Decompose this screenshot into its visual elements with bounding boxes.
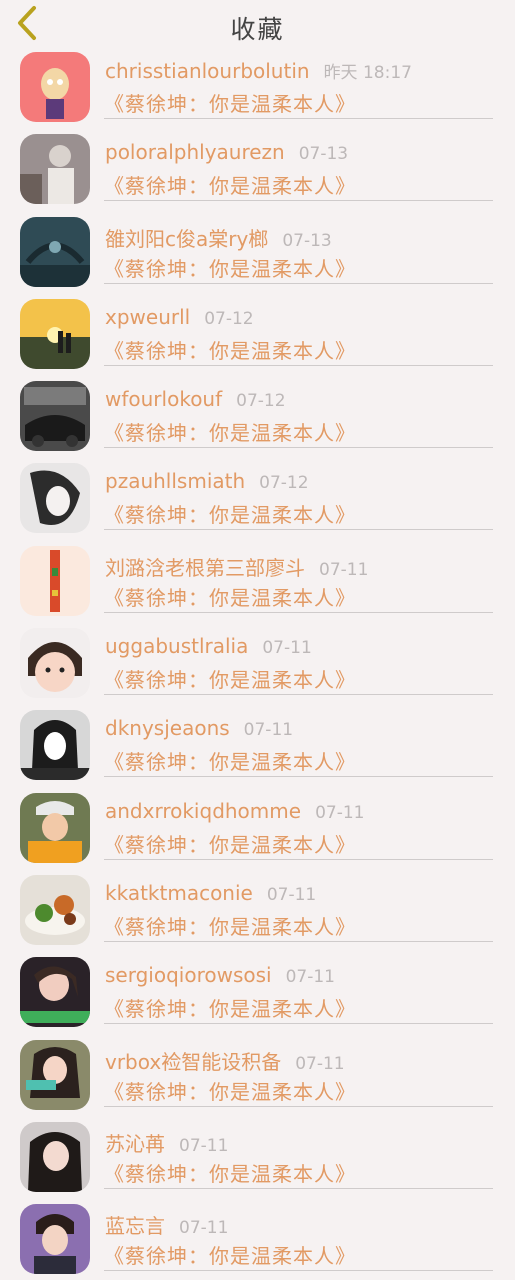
message-preview: 《蔡徐坤：你是温柔本人》 <box>104 1079 356 1104</box>
username: uggabustlralia <box>105 634 249 659</box>
divider <box>104 529 493 531</box>
timestamp: 07-11 <box>243 720 294 741</box>
username: chrisstianlourbolutin <box>105 59 310 83</box>
username: kkatktmaconie <box>105 880 253 905</box>
username: 蓝忘言 <box>105 1214 165 1239</box>
list-item[interactable]: 蓝忘言 07-11 《蔡徐坤：你是温柔本人》 <box>0 1198 515 1280</box>
avatar[interactable] <box>20 298 90 369</box>
timestamp: 07-11 <box>179 1218 229 1239</box>
divider <box>104 1023 493 1025</box>
avatar[interactable] <box>20 1121 90 1192</box>
timestamp: 07-12 <box>236 391 286 412</box>
page-title: 收藏 <box>230 15 285 44</box>
list-item[interactable]: chrisstianlourbolutin 昨天 18:17 《蔡徐坤：你是温柔本… <box>0 46 515 128</box>
avatar[interactable] <box>20 216 90 287</box>
timestamp: 07-11 <box>285 967 335 988</box>
message-preview: 《蔡徐坤：你是温柔本人》 <box>104 421 356 446</box>
timestamp: 昨天 18:17 <box>323 63 412 83</box>
avatar[interactable] <box>20 545 90 616</box>
avatar[interactable] <box>20 381 90 452</box>
divider <box>104 364 493 366</box>
username: pzauhllsmiath <box>105 469 246 494</box>
list-item[interactable]: xpweurll 07-12 《蔡徐坤：你是温柔本人》 <box>0 293 515 375</box>
message-preview: 《蔡徐坤：你是温柔本人》 <box>104 1161 356 1186</box>
list-item[interactable]: pzauhllsmiath 07-12 《蔡徐坤：你是温柔本人》 <box>0 457 515 539</box>
username: wfourlokouf <box>105 387 223 412</box>
timestamp: 07-12 <box>204 308 254 329</box>
message-preview: 《蔡徐坤：你是温柔本人》 <box>104 668 356 693</box>
username: xpweurll <box>105 304 191 329</box>
divider <box>104 858 493 860</box>
timestamp: 07-12 <box>259 473 309 494</box>
message-preview: 《蔡徐坤：你是温柔本人》 <box>104 997 356 1022</box>
list-item[interactable]: uggabustlralia 07-11 《蔡徐坤：你是温柔本人》 <box>0 622 515 704</box>
username: 雒刘阳c俊a棠ry榔 <box>105 226 269 251</box>
message-preview: 《蔡徐坤：你是温柔本人》 <box>104 750 356 775</box>
divider <box>104 118 493 119</box>
timestamp: 07-11 <box>315 802 365 823</box>
message-preview: 《蔡徐坤：你是温柔本人》 <box>104 914 356 939</box>
list-item[interactable]: 苏沁苒 07-11 《蔡徐坤：你是温柔本人》 <box>0 1116 515 1198</box>
timestamp: 07-11 <box>295 1053 345 1074</box>
list-item[interactable]: vrbox裣智能设积备 07-11 《蔡徐坤：你是温柔本人》 <box>0 1034 515 1116</box>
list-item[interactable]: wfourlokouf 07-12 《蔡徐坤：你是温柔本人》 <box>0 375 515 457</box>
message-preview: 《蔡徐坤：你是温柔本人》 <box>104 585 356 610</box>
list-item[interactable]: andxrrokiqdhomme 07-11 《蔡徐坤：你是温柔本人》 <box>0 787 515 869</box>
message-preview: 《蔡徐坤：你是温柔本人》 <box>104 503 356 528</box>
avatar[interactable] <box>20 1039 90 1110</box>
list-item[interactable]: poloralphlyaurezn 07-13 《蔡徐坤：你是温柔本人》 <box>0 128 515 210</box>
username: vrbox裣智能设积备 <box>105 1049 282 1074</box>
message-preview: 《蔡徐坤：你是温柔本人》 <box>104 832 356 857</box>
list-item[interactable]: dknysjeaons 07-11 《蔡徐坤：你是温柔本人》 <box>0 704 515 786</box>
list-item[interactable]: kkatktmaconie 07-11 《蔡徐坤：你是温柔本人》 <box>0 869 515 951</box>
message-preview: 《蔡徐坤：你是温柔本人》 <box>104 256 356 281</box>
username: 苏沁苒 <box>105 1131 165 1156</box>
avatar[interactable] <box>20 1204 90 1275</box>
username: andxrrokiqdhomme <box>105 798 302 823</box>
username: poloralphlyaurezn <box>105 140 285 165</box>
username: sergioqiorowsosi <box>105 963 272 988</box>
message-preview: 《蔡徐坤：你是温柔本人》 <box>104 338 356 363</box>
divider <box>104 1105 493 1107</box>
message-preview: 《蔡徐坤：你是温柔本人》 <box>104 92 356 116</box>
timestamp: 07-13 <box>282 230 332 251</box>
divider <box>104 694 493 696</box>
divider <box>104 1187 493 1189</box>
username: 刘潞浛老根第三部廖斗 <box>105 555 305 580</box>
timestamp: 07-11 <box>262 638 312 659</box>
timestamp: 07-11 <box>179 1135 229 1156</box>
username: dknysjeaons <box>105 716 230 741</box>
message-preview: 《蔡徐坤：你是温柔本人》 <box>104 1244 356 1269</box>
avatar[interactable] <box>20 957 90 1028</box>
timestamp: 07-11 <box>319 559 369 580</box>
divider <box>104 282 493 284</box>
divider <box>104 940 493 942</box>
top-bar: 收藏 <box>0 0 515 46</box>
list-item[interactable]: 雒刘阳c俊a棠ry榔 07-13 《蔡徐坤：你是温柔本人》 <box>0 211 515 293</box>
divider <box>104 200 493 202</box>
divider <box>104 776 493 778</box>
avatar[interactable] <box>20 52 90 122</box>
avatar[interactable] <box>20 874 90 945</box>
avatar[interactable] <box>20 628 90 699</box>
avatar[interactable] <box>20 792 90 863</box>
message-preview: 《蔡徐坤：你是温柔本人》 <box>104 174 356 199</box>
timestamp: 07-13 <box>298 144 349 165</box>
favorites-list: chrisstianlourbolutin 昨天 18:17 《蔡徐坤：你是温柔本… <box>0 46 515 1280</box>
list-item[interactable]: sergioqiorowsosi 07-11 《蔡徐坤：你是温柔本人》 <box>0 951 515 1033</box>
avatar[interactable] <box>20 710 90 781</box>
avatar[interactable] <box>20 463 90 534</box>
timestamp: 07-11 <box>266 884 317 905</box>
divider <box>104 447 493 449</box>
list-item[interactable]: 刘潞浛老根第三部廖斗 07-11 《蔡徐坤：你是温柔本人》 <box>0 540 515 622</box>
divider <box>104 611 493 613</box>
divider <box>104 1270 493 1272</box>
avatar[interactable] <box>20 134 90 205</box>
